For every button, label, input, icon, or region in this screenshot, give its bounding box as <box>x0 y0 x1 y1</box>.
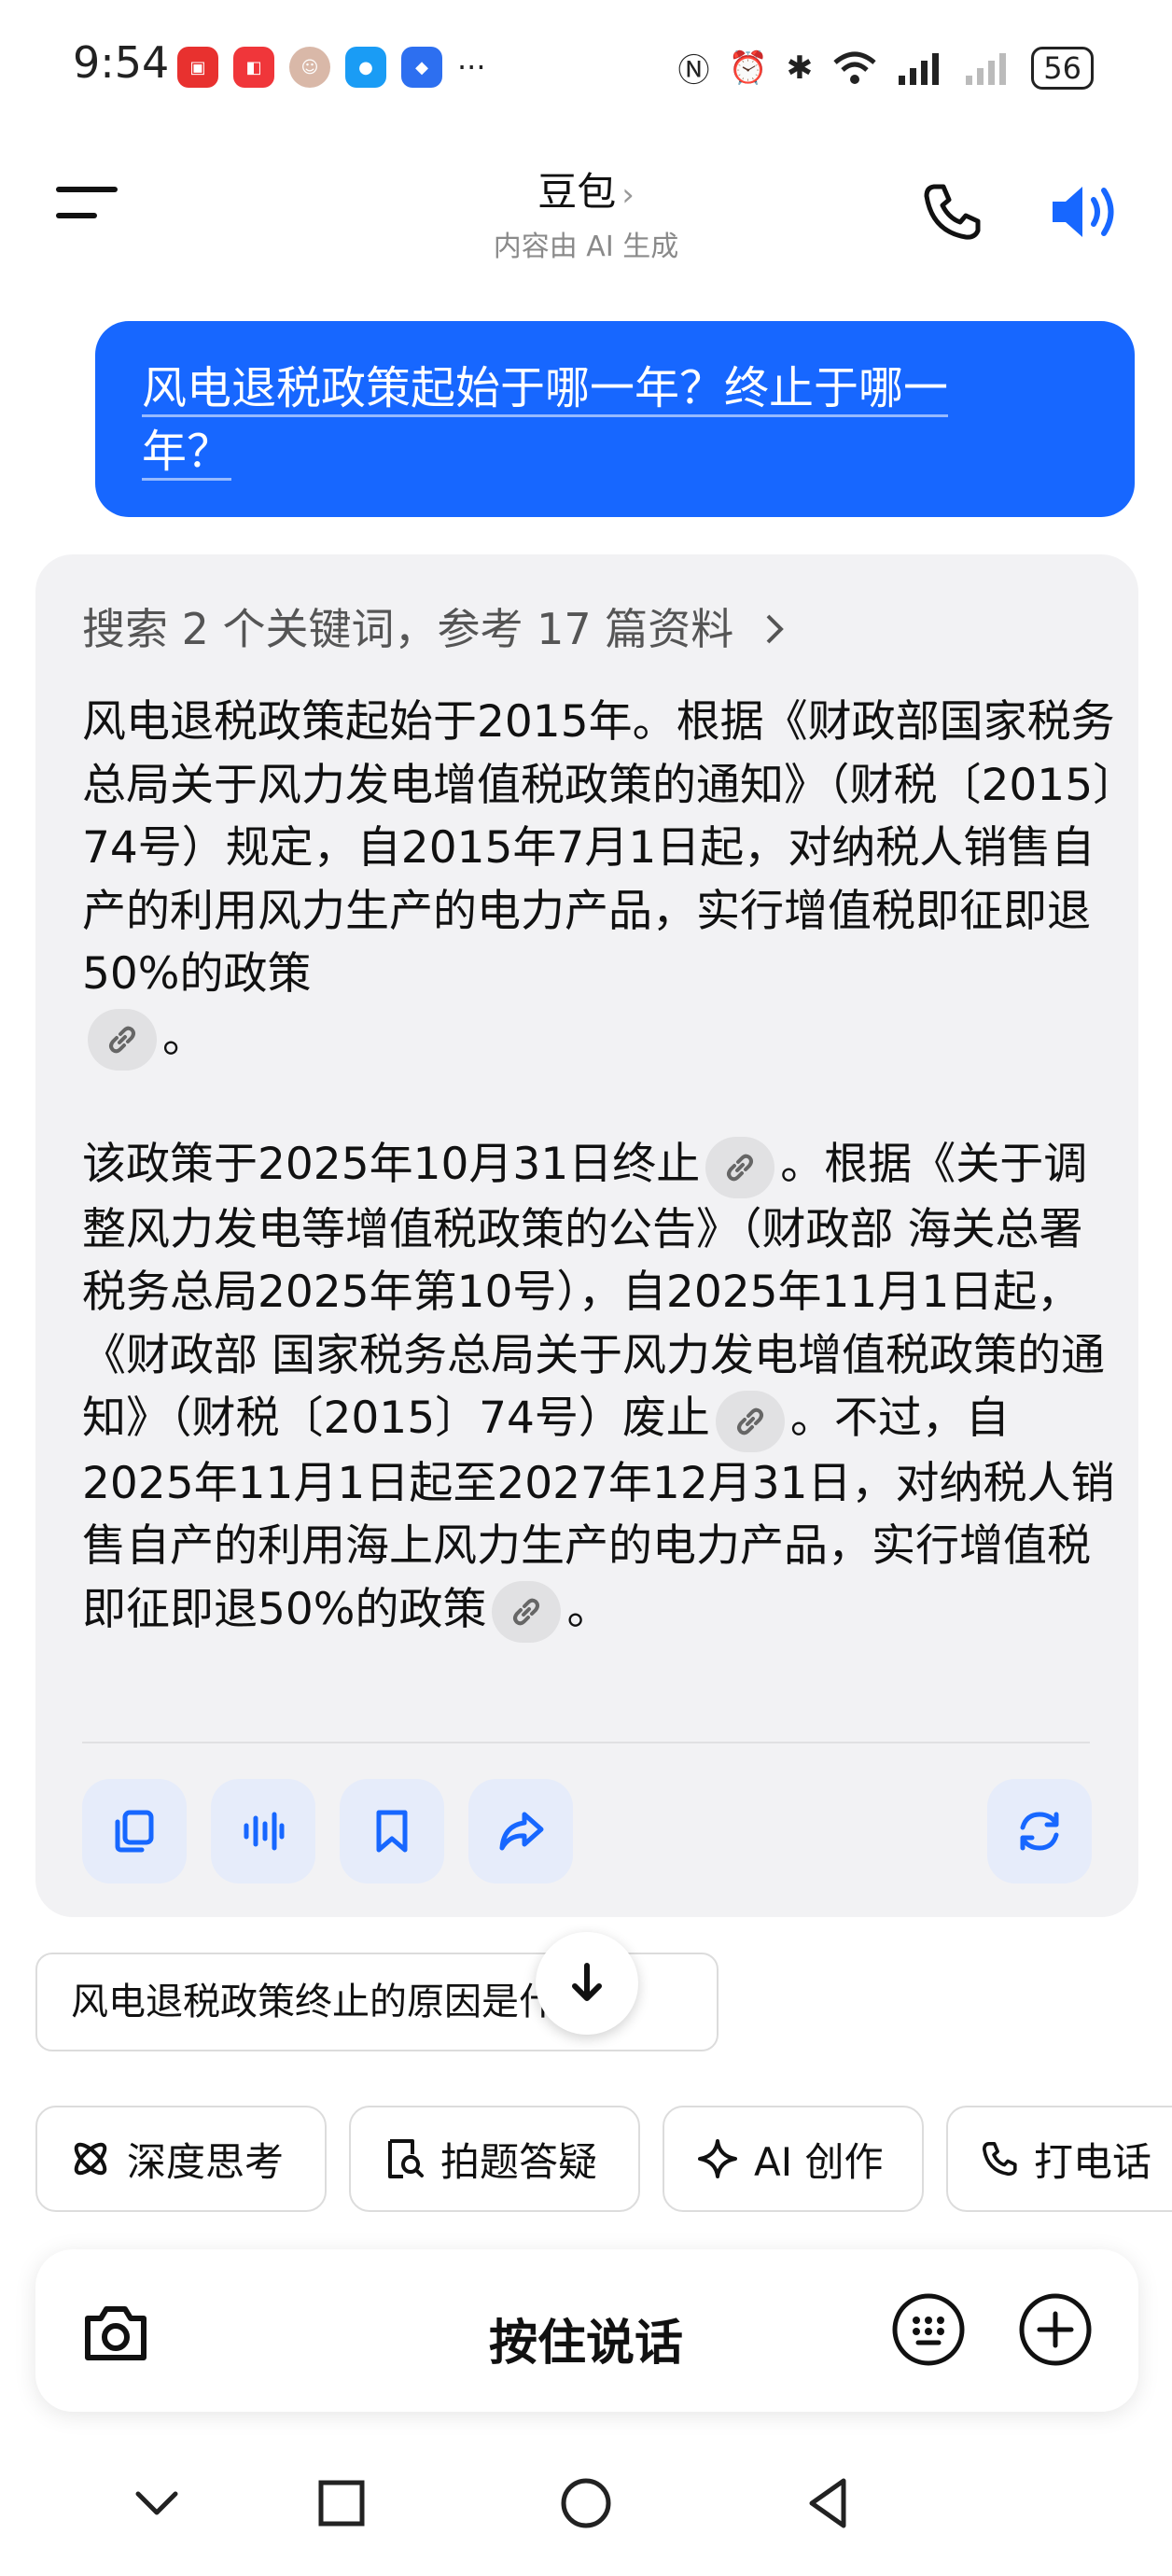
chip-ai-create[interactable]: AI 创作 <box>663 2106 924 2212</box>
answer-paragraph-2: 该政策于2025年10月31日终止 。根据《关于调整风力发电等增值税政策的公告》… <box>82 1133 1118 1643</box>
wifi-icon <box>833 51 876 84</box>
avatar-app-icon: ☺ <box>289 47 330 88</box>
hold-to-talk-button[interactable]: 按住说话 <box>0 2303 1172 2373</box>
arrow-down-icon <box>572 1963 602 2001</box>
user-message-bubble[interactable]: 风电退税政策起始于哪一年？终止于哪一 年？ <box>95 321 1135 517</box>
sound-wave-icon <box>244 1812 285 1851</box>
document-search-icon <box>388 2139 424 2178</box>
chip-label: 拍题答疑 <box>440 2138 598 2185</box>
read-aloud-button[interactable] <box>211 1779 315 1883</box>
battery-indicator: 56 <box>1031 46 1094 90</box>
phone-icon <box>983 2142 1017 2177</box>
chip-label: 深度思考 <box>127 2138 285 2185</box>
nav-hide-keyboard-icon[interactable] <box>129 2475 185 2531</box>
reference-link-icon[interactable] <box>492 1581 562 1643</box>
chip-label: 打电话 <box>1034 2138 1152 2185</box>
chip-phone-call[interactable]: 打电话 <box>946 2106 1172 2212</box>
answer-divider <box>82 1742 1090 1743</box>
keyboard-icon[interactable] <box>890 2291 967 2368</box>
chat-title[interactable]: 豆包 › <box>0 161 1172 217</box>
user-message-line1: 风电退税政策起始于哪一年？终止于哪一 <box>142 362 949 417</box>
chat-header: 豆包 › 内容由 AI 生成 <box>0 161 1172 264</box>
chip-label: AI 创作 <box>754 2138 884 2185</box>
plus-icon[interactable] <box>1017 2291 1094 2368</box>
bookmark-button[interactable] <box>340 1779 444 1883</box>
reference-link-icon[interactable] <box>715 1390 785 1452</box>
atom-icon <box>74 2142 107 2176</box>
reference-link-icon[interactable] <box>88 1009 157 1071</box>
reference-link-icon[interactable] <box>705 1136 775 1198</box>
alarm-icon: ⏰ <box>728 49 768 87</box>
answer-paragraph-1: 风电退税政策起始于2015年。根据《财政部国家税务总局关于风力发电增值税政策的通… <box>82 691 1118 1071</box>
chip-deep-thinking[interactable]: 深度思考 <box>35 2106 327 2212</box>
chevron-right-icon: › <box>621 176 635 214</box>
speaker-icon[interactable] <box>1047 179 1123 245</box>
notification-icons: ▣ ◧ ☺ ● ◆ ··· <box>177 47 486 88</box>
scroll-to-bottom-button[interactable] <box>536 1932 638 2035</box>
status-time: 9:54 <box>73 37 170 88</box>
user-message-line2: 年？ <box>142 426 232 481</box>
search-summary-link[interactable]: 搜索 2 个关键词，参考 17 篇资料 <box>82 595 788 657</box>
nfc-icon: Ⓝ <box>677 52 710 90</box>
phone-call-icon[interactable] <box>919 179 984 245</box>
share-icon <box>499 1812 544 1851</box>
store-app-icon: ◧ <box>233 47 274 88</box>
share-button[interactable] <box>468 1779 573 1883</box>
system-status: Ⓝ ⏰ ✱ 56 <box>677 45 1094 91</box>
sparkle-icon <box>698 2139 737 2178</box>
chip-photo-question[interactable]: 拍题答疑 <box>349 2106 640 2212</box>
nav-home-icon[interactable] <box>558 2475 614 2531</box>
nav-recents-icon[interactable] <box>314 2475 370 2531</box>
copy-icon <box>115 1810 154 1853</box>
cube-app-icon: ◆ <box>401 47 442 88</box>
refresh-icon <box>1020 1812 1059 1851</box>
copy-button[interactable] <box>82 1779 187 1883</box>
message-app-icon: ● <box>345 47 386 88</box>
nav-back-icon[interactable] <box>801 2475 857 2531</box>
huawei-app-icon: ▣ <box>177 47 218 88</box>
regenerate-button[interactable] <box>987 1779 1092 1883</box>
bookmark-icon <box>376 1810 408 1853</box>
bluetooth-icon: ✱ <box>786 49 814 87</box>
signal-icon <box>899 52 940 85</box>
signal-secondary-icon <box>966 52 1007 85</box>
ai-generated-notice: 内容由 AI 生成 <box>493 231 679 263</box>
chevron-right-icon <box>766 614 784 644</box>
more-notifications-icon: ··· <box>457 49 486 85</box>
